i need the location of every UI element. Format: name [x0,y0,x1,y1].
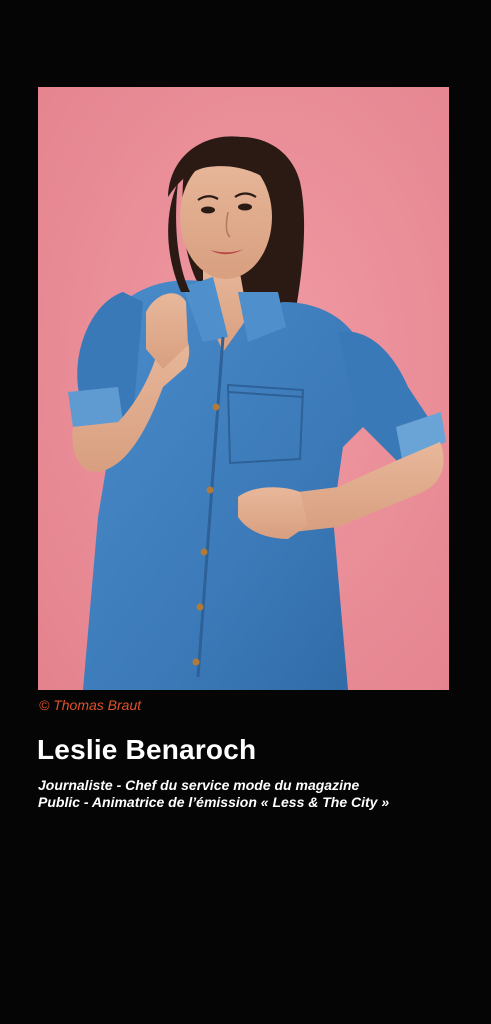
person-description: Journaliste - Chef du service mode du ma… [38,777,458,811]
portrait-photo [38,87,449,690]
person-name: Leslie Benaroch [37,734,257,765]
description-line-2: Public - Animatrice de l’émission « Less… [38,794,390,810]
photo-credit: © Thomas Braut [39,697,142,713]
description-line-1: Journaliste - Chef du service mode du ma… [38,777,360,793]
profile-card: © Thomas Braut Leslie Benaroch Journalis… [0,0,491,1024]
portrait-illustration [38,87,449,690]
